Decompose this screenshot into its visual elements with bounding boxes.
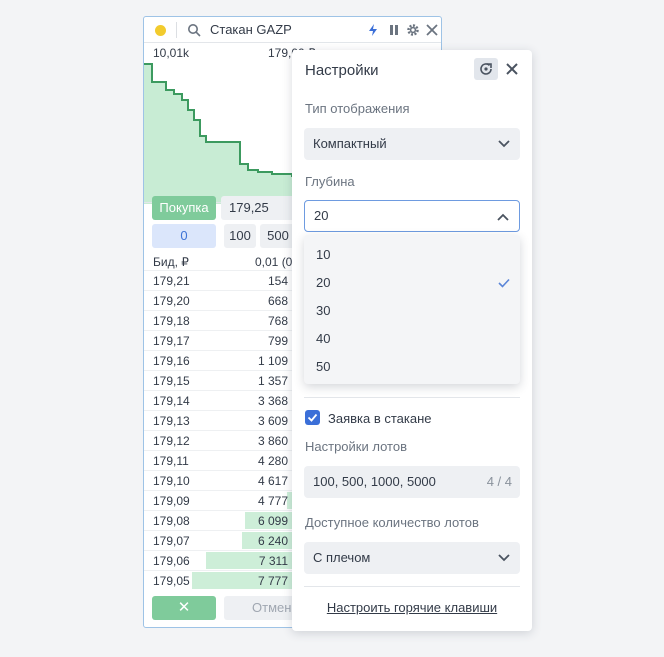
widget-header: Стакан GAZP [144,17,441,43]
bid-price: 179,16 [153,354,190,368]
available-lots-value: С плечом [313,550,371,565]
bid-price: 179,09 [153,494,190,508]
chevron-down-icon [498,554,510,562]
display-type-label: Тип отображения [305,101,410,116]
cancel-all-button[interactable]: ✕ [152,596,216,620]
widget-title[interactable]: Стакан GAZP [210,22,292,37]
bid-price: 179,21 [153,274,190,288]
depth-label: Глубина [305,174,355,189]
depth-option[interactable]: 30 [304,297,520,325]
lots-value: 100, 500, 1000, 5000 [313,474,436,489]
lots-count: 4 / 4 [486,474,512,489]
lots-input[interactable]: 100, 500, 1000, 5000 4 / 4 [304,466,520,498]
buy-button[interactable]: Покупка [152,196,216,220]
search-icon[interactable] [187,23,201,37]
lot-100-button[interactable]: 100 [224,224,256,248]
depth-option-label: 40 [316,331,331,346]
quantity-input[interactable]: 0 [152,224,216,248]
bid-volume: 768 [267,314,288,328]
bid-volume: 6 099 [257,514,288,528]
panel-divider [304,397,520,398]
depth-option[interactable]: 20 [304,269,520,297]
bid-volume: 668 [267,294,288,308]
lot-500-button[interactable]: 500 [260,224,296,248]
selected-check-icon [498,278,510,288]
hotkeys-link[interactable]: Настроить горячие клавиши [292,600,532,615]
bid-volume: 7 777 [257,574,288,588]
settings-title: Настройки [305,62,379,79]
available-lots-label: Доступное количество лотов [305,515,479,530]
bid-volume: 7 311 [258,554,288,568]
header-divider [176,22,177,38]
bid-volume: 4 617 [257,474,288,488]
depth-option-label: 30 [316,303,331,318]
reset-settings-button[interactable] [474,58,498,80]
depth-option[interactable]: 50 [304,353,520,381]
lots-settings-label: Настройки лотов [305,439,407,454]
depth-option[interactable]: 40 [304,325,520,353]
bid-price: 179,10 [153,474,190,488]
display-type-select[interactable]: Компактный [304,128,520,160]
available-lots-select[interactable]: С плечом [304,542,520,574]
column-bid-header[interactable]: Бид, ₽ [153,255,189,269]
close-icon[interactable] [425,23,439,37]
bid-volume: 4 280 [257,454,288,468]
order-in-book-label[interactable]: Заявка в стакане [328,411,432,426]
reset-icon [480,63,492,75]
panel-divider [304,586,520,587]
depth-option-label: 50 [316,359,331,374]
depth-dropdown-menu: 10 20 30 40 50 [304,235,520,384]
depth-option-label: 20 [316,275,331,290]
bid-price: 179,12 [153,434,190,448]
bid-volume: 3 368 [257,394,288,408]
bid-price: 179,06 [153,554,190,568]
order-in-book-checkbox[interactable] [305,410,320,425]
bid-volume: 1 357 [257,374,288,388]
bid-price: 179,11 [153,454,189,468]
bid-price: 179,05 [153,574,190,588]
bid-volume: 3 609 [257,414,288,428]
depth-option-label: 10 [316,247,331,262]
bid-price: 179,13 [153,414,190,428]
display-type-value: Компактный [313,136,387,151]
bid-price: 179,14 [153,394,190,408]
lightning-icon[interactable] [366,23,380,37]
bid-volume: 3 860 [257,434,288,448]
chevron-up-icon [497,213,509,221]
gear-icon[interactable] [406,23,420,37]
bid-price: 179,15 [153,374,190,388]
checkmark-icon [307,413,318,422]
bid-price: 179,18 [153,314,190,328]
depth-value: 20 [314,208,329,223]
settings-close-icon[interactable] [505,62,519,76]
bid-price: 179,20 [153,294,190,308]
price-input[interactable]: 179,25 [221,196,301,220]
depth-option[interactable]: 10 [304,241,520,269]
link-color-indicator[interactable] [155,25,166,36]
bid-price: 179,07 [153,534,190,548]
bid-volume: 154 [267,274,288,288]
bid-volume: 6 240 [257,534,288,548]
column-size-header[interactable]: 0,01 (0 [255,255,292,269]
bid-volume: 799 [267,334,288,348]
bid-price: 179,08 [153,514,190,528]
bid-price: 179,17 [153,334,190,348]
pause-icon[interactable] [387,23,401,37]
chart-volume-label: 10,01k [153,46,190,60]
bid-volume: 4 777 [257,494,288,508]
chevron-down-icon [498,140,510,148]
bid-volume: 1 109 [257,354,288,368]
depth-select[interactable]: 20 [304,200,520,232]
